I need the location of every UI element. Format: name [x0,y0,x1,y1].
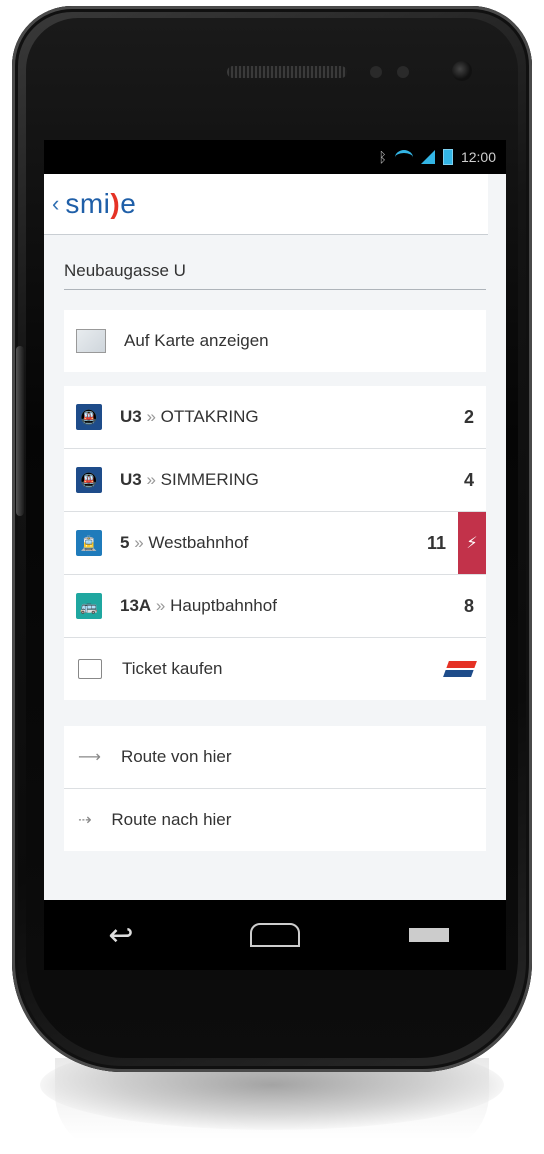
app-header: ‹ smi)e [44,174,488,235]
home-icon [250,923,300,947]
separator: » [155,596,166,615]
volume-button [16,346,24,516]
destination: Westbahnhof [148,533,249,552]
line-number: U3 [120,407,142,426]
light-sensor [397,66,409,78]
destination: Hauptbahnhof [170,596,277,615]
earpiece-speaker [227,66,347,78]
departure-label: 13A » Hauptbahnhof [120,596,464,616]
routes-card: ⟶ Route von hier ⇢ Route nach hier [64,726,486,851]
show-on-map-button[interactable]: Auf Karte anzeigen [64,310,486,372]
minutes: 4 [463,469,474,490]
wiener-linien-logo-icon [443,661,477,677]
departure-row[interactable]: 🚌 13A » Hauptbahnhof 8 [64,575,486,638]
departure-row[interactable]: 🚊 5 » Westbahnhof 11 ⚡ [64,512,486,575]
logo-text-pre: smi [65,188,111,219]
front-camera [452,61,472,81]
logo-text-post: e [120,188,137,219]
buy-ticket-button[interactable]: Ticket kaufen [64,638,486,700]
status-time: 12:00 [460,149,496,165]
screen: ᛒ 12:00 ‹ smi)e Neubaugasse U Auf Karte … [44,140,506,900]
separator: » [146,407,156,426]
ticket-icon [78,659,102,679]
status-bar: ᛒ 12:00 [44,140,506,174]
disruption-alert-icon[interactable]: ⚡ [458,512,486,574]
reflection [55,1058,489,1154]
destination: SIMMERING [160,470,259,489]
departure-label: U3 » SIMMERING [120,470,464,490]
departure-row[interactable]: 🚇 U3 » OTTAKRING 2 [64,386,486,449]
back-chevron-icon[interactable]: ‹ [52,191,59,217]
departures-card: 🚇 U3 » OTTAKRING 2 🚇 U3 » SIMMERING 4 🚊 … [64,386,486,700]
minutes: 2 [463,406,474,427]
separator: » [134,533,144,552]
map-icon [76,329,106,353]
minutes: 8 [463,595,474,616]
bluetooth-icon: ᛒ [378,149,387,165]
signal-icon [420,150,435,164]
arrow-in-icon: ⇢ [78,812,92,829]
bus-icon: 🚌 [76,593,102,619]
line-number: 13A [120,596,152,615]
route-to-here-label: Route nach hier [111,810,232,829]
separator: » [146,470,156,489]
route-to-here-button[interactable]: ⇢ Route nach hier [64,789,486,851]
route-from-here-label: Route von hier [120,747,232,766]
recents-button[interactable] [399,920,459,950]
map-card: Auf Karte anzeigen [64,310,486,372]
line-number: U3 [120,470,142,489]
ubahn-icon: 🚇 [76,404,102,430]
departure-label: U3 » OTTAKRING [120,407,464,427]
battery-icon [442,149,453,165]
station-title: Neubaugasse U [64,261,486,290]
recents-icon [409,928,449,942]
show-on-map-label: Auf Karte anzeigen [124,331,269,350]
minutes: 11 [426,532,446,553]
tram-icon: 🚊 [76,530,102,556]
route-from-here-button[interactable]: ⟶ Route von hier [64,726,486,789]
ubahn-icon: 🚇 [76,467,102,493]
back-icon[interactable]: ↩ [91,919,151,952]
destination: OTTAKRING [160,407,259,426]
buy-ticket-label: Ticket kaufen [122,659,223,678]
line-number: 5 [120,533,130,552]
home-button[interactable] [245,920,305,950]
wifi-icon [394,149,413,165]
navigation-bar: ↩ [44,900,506,970]
arrow-right-icon: ⟶ [78,749,101,766]
logo-mark: ) [110,188,121,219]
departure-label: 5 » Westbahnhof [120,533,427,553]
proximity-sensor [370,66,382,78]
smile-logo[interactable]: smi)e [65,188,136,220]
departure-row[interactable]: 🚇 U3 » SIMMERING 4 [64,449,486,512]
